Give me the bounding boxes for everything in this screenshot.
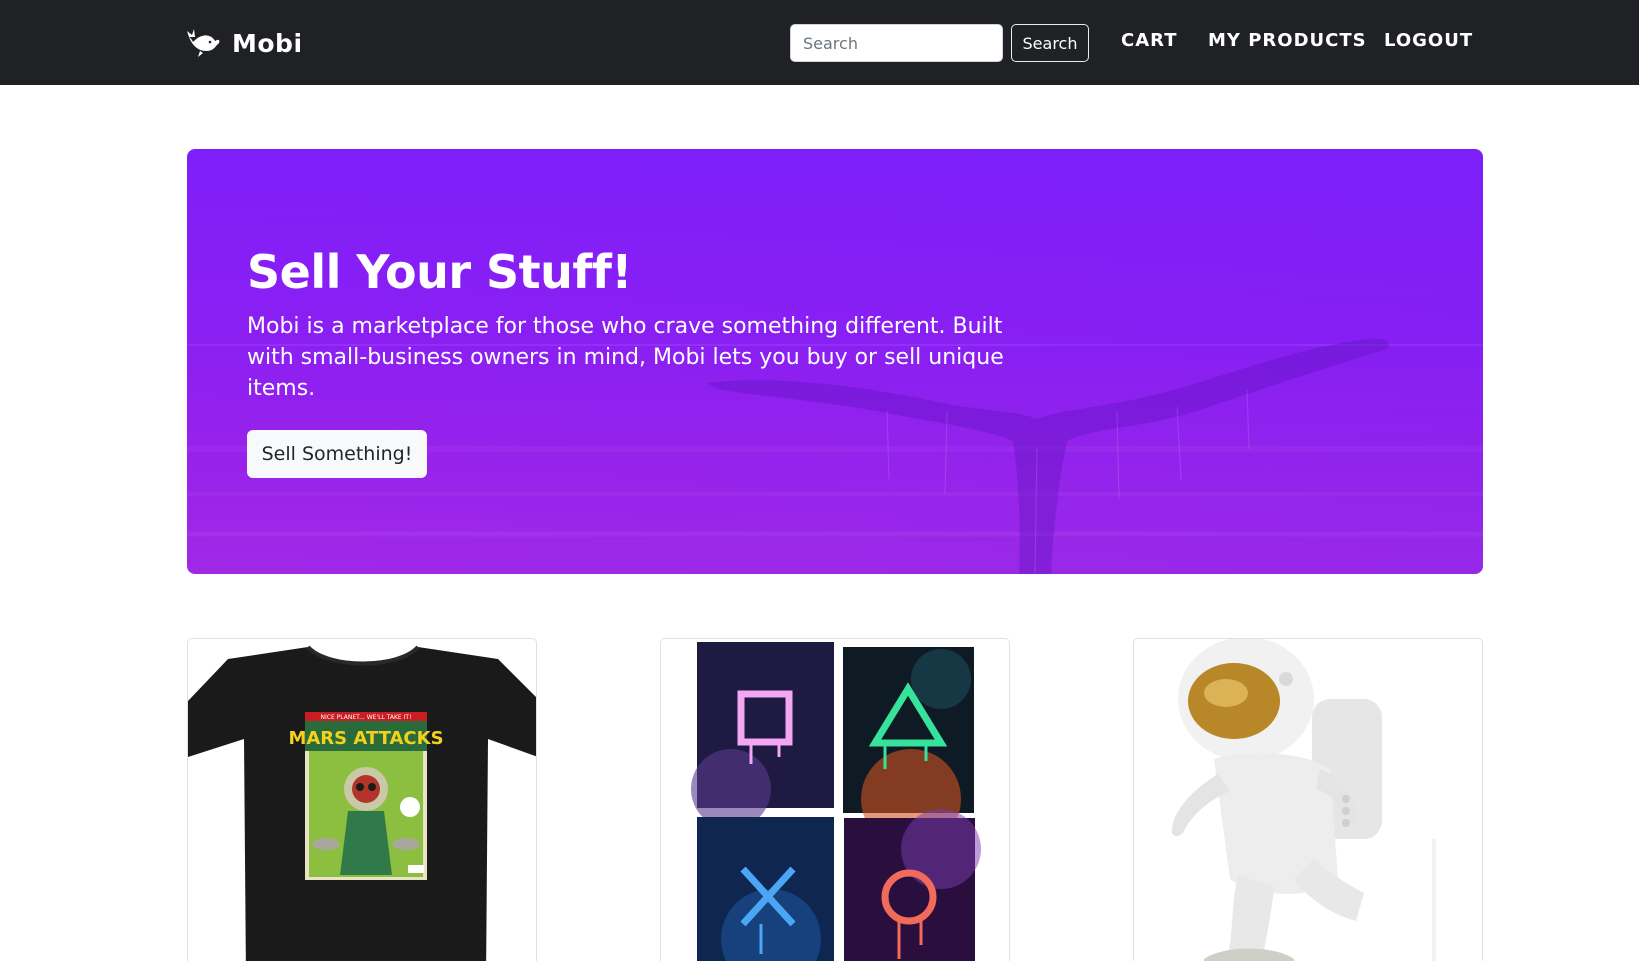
search-input[interactable]	[790, 24, 1003, 62]
hero-description: Mobi is a marketplace for those who crav…	[247, 314, 1004, 401]
brand-name: Mobi	[232, 28, 303, 58]
game-symbol-canvas-prints-image	[661, 639, 1009, 961]
sell-something-button[interactable]: Sell Something!	[247, 430, 427, 478]
navbar: Mobi Search CART MY PRODUCTS LOGOUT	[0, 0, 1639, 85]
product-card[interactable]	[1133, 638, 1483, 961]
mars-attacks-tshirt-image: NICE PLANET... WE'LL TAKE IT! MARS ATTAC…	[188, 639, 536, 961]
astronaut-figurine-image	[1134, 639, 1482, 961]
search-button[interactable]: Search	[1011, 24, 1089, 62]
nav-logout-link[interactable]: LOGOUT	[1384, 30, 1473, 51]
hero-title: Sell Your Stuff!	[247, 245, 632, 299]
product-card[interactable]: NICE PLANET... WE'LL TAKE IT! MARS ATTAC…	[187, 638, 537, 961]
nav-my-products-link[interactable]: MY PRODUCTS	[1208, 30, 1367, 51]
shirt-banner-text: NICE PLANET... WE'LL TAKE IT!	[321, 714, 412, 721]
whale-icon	[186, 27, 222, 59]
hero-banner: Sell Your Stuff! Mobi is a marketplace f…	[187, 149, 1483, 574]
nav-cart-link[interactable]: CART	[1121, 30, 1177, 51]
shirt-title-text: MARS ATTACKS	[288, 728, 443, 749]
brand-link[interactable]: Mobi	[186, 25, 303, 61]
product-card[interactable]	[660, 638, 1010, 961]
